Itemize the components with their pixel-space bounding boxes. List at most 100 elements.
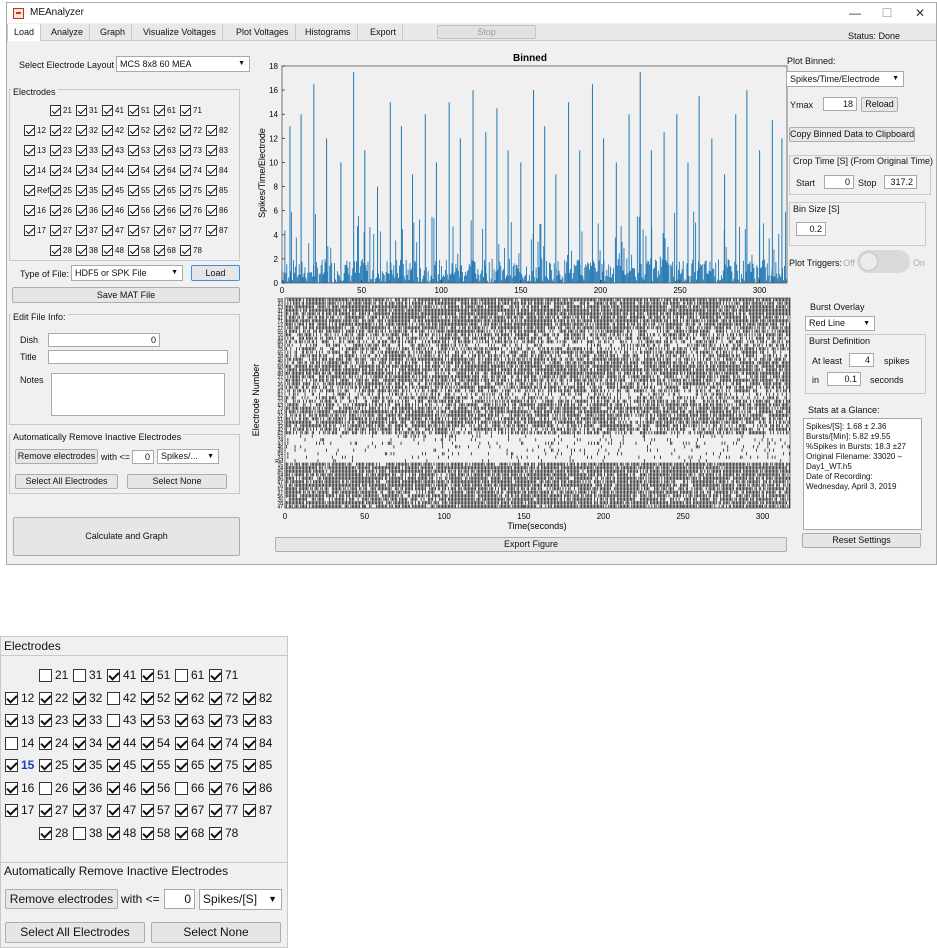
electrode-checkbox-37[interactable] (76, 225, 87, 236)
electrode-checkbox-51[interactable] (128, 105, 139, 116)
electrode-checkbox-38[interactable] (76, 245, 87, 256)
electrode-checkbox-46[interactable] (102, 205, 113, 216)
select-all-electrodes-button[interactable]: Select All Electrodes (15, 474, 118, 489)
binned-bars (281, 72, 787, 283)
window-title: MEAnalyzer (30, 7, 84, 18)
electrode-checkbox-27[interactable] (50, 225, 61, 236)
tab-export[interactable]: Export (364, 24, 404, 41)
electrode-checkbox-71[interactable] (180, 105, 191, 116)
file-type-dropdown[interactable]: HDF5 or SPK File ▼ (71, 265, 183, 281)
electrode-checkbox-47[interactable] (102, 225, 113, 236)
tab-graph[interactable]: Graph (94, 24, 133, 41)
remove-electrodes-button[interactable]: Remove electrodes (15, 449, 98, 464)
electrode-checkbox-17[interactable] (24, 225, 35, 236)
minimize-button[interactable]: — (841, 5, 869, 21)
electrode-checkbox-26[interactable] (50, 205, 61, 216)
electrode-label: 75 (193, 186, 202, 195)
chevron-down-icon: ▼ (207, 453, 214, 460)
dish-field[interactable]: 0 (48, 333, 160, 347)
electrode-checkbox-45[interactable] (102, 185, 113, 196)
notes-field[interactable] (51, 373, 225, 416)
save-mat-file-button[interactable]: Save MAT File (12, 287, 240, 303)
electrode-checkbox-85[interactable] (206, 185, 217, 196)
electrode-label: 58 (141, 246, 150, 255)
electrode-checkbox-53[interactable] (128, 145, 139, 156)
tab-analyze[interactable]: Analyze (45, 24, 91, 41)
electrode-checkbox-74[interactable] (180, 165, 191, 176)
electrode-checkbox-63[interactable] (154, 145, 165, 156)
electrode-checkbox-36[interactable] (76, 205, 87, 216)
electrode-checkbox-44[interactable] (102, 165, 113, 176)
electrode-checkbox-84[interactable] (206, 165, 217, 176)
electrode-checkbox-56[interactable] (128, 205, 139, 216)
electrode-checkbox-ref[interactable] (24, 185, 35, 196)
electrode-checkbox-87[interactable] (206, 225, 217, 236)
electrode-checkbox-13[interactable] (24, 145, 35, 156)
calculate-and-graph-button[interactable]: Calculate and Graph (13, 517, 240, 556)
electrode-checkbox-41[interactable] (102, 105, 113, 116)
electrode-label: 38 (89, 246, 98, 255)
electrode-checkbox-54[interactable] (128, 165, 139, 176)
electrode-checkbox-12[interactable] (24, 125, 35, 136)
electrode-checkbox-25[interactable] (50, 185, 61, 196)
electrode-checkbox-64[interactable] (154, 165, 165, 176)
electrode-checkbox-72[interactable] (180, 125, 191, 136)
tab-plot-voltages[interactable]: Plot Voltages (230, 24, 296, 41)
maximize-button[interactable]: ☐ (873, 5, 901, 21)
electrode-label: 85 (219, 186, 228, 195)
electrode-checkbox-48[interactable] (102, 245, 113, 256)
electrode-label: 28 (63, 246, 72, 255)
electrode-checkbox-68[interactable] (154, 245, 165, 256)
electrode-label: 47 (115, 226, 124, 235)
tab-visualize-voltages[interactable]: Visualize Voltages (137, 24, 223, 41)
tab-histograms[interactable]: Histograms (299, 24, 358, 41)
electrode-label: 16 (37, 206, 46, 215)
metric-dropdown[interactable]: Spikes/... ▼ (157, 449, 219, 464)
electrode-checkbox-35[interactable] (76, 185, 87, 196)
electrode-label: 48 (115, 246, 124, 255)
electrode-checkbox-22[interactable] (50, 125, 61, 136)
electrode-checkbox-24[interactable] (50, 165, 61, 176)
electrode-checkbox-82[interactable] (206, 125, 217, 136)
electrode-checkbox-34[interactable] (76, 165, 87, 176)
electrode-checkbox-55[interactable] (128, 185, 139, 196)
electrode-checkbox-21[interactable] (50, 105, 61, 116)
electrode-checkbox-62[interactable] (154, 125, 165, 136)
electrode-label: 77 (193, 226, 202, 235)
electrode-layout-dropdown[interactable]: MCS 8x8 60 MEA ▼ (116, 56, 250, 72)
electrode-checkbox-43[interactable] (102, 145, 113, 156)
y-tick-label: 8 (274, 183, 279, 192)
electrode-checkbox-52[interactable] (128, 125, 139, 136)
electrode-checkbox-66[interactable] (154, 205, 165, 216)
electrode-checkbox-33[interactable] (76, 145, 87, 156)
stop-button[interactable]: Stop (437, 25, 536, 39)
electrode-checkbox-76[interactable] (180, 205, 191, 216)
electrode-checkbox-57[interactable] (128, 225, 139, 236)
electrode-checkbox-16[interactable] (24, 205, 35, 216)
electrode-checkbox-65[interactable] (154, 185, 165, 196)
threshold-field[interactable]: 0 (132, 450, 154, 464)
electrode-checkbox-28[interactable] (50, 245, 61, 256)
electrode-checkbox-31[interactable] (76, 105, 87, 116)
title-field[interactable] (48, 350, 228, 364)
electrode-label: 31 (89, 106, 98, 115)
electrode-checkbox-67[interactable] (154, 225, 165, 236)
electrode-checkbox-32[interactable] (76, 125, 87, 136)
electrode-checkbox-73[interactable] (180, 145, 191, 156)
electrode-label: 12 (37, 126, 46, 135)
close-button[interactable]: ✕ (906, 5, 934, 21)
electrode-checkbox-75[interactable] (180, 185, 191, 196)
electrode-checkbox-61[interactable] (154, 105, 165, 116)
electrode-checkbox-58[interactable] (128, 245, 139, 256)
electrode-checkbox-83[interactable] (206, 145, 217, 156)
select-none-button[interactable]: Select None (127, 474, 227, 489)
electrode-checkbox-77[interactable] (180, 225, 191, 236)
load-button[interactable]: Load (191, 265, 240, 281)
electrode-checkbox-23[interactable] (50, 145, 61, 156)
electrode-checkbox-78[interactable] (180, 245, 191, 256)
tab-load[interactable]: Load (7, 24, 42, 41)
electrode-checkbox-14[interactable] (24, 165, 35, 176)
electrode-label: 37 (89, 226, 98, 235)
electrode-checkbox-42[interactable] (102, 125, 113, 136)
electrode-checkbox-86[interactable] (206, 205, 217, 216)
